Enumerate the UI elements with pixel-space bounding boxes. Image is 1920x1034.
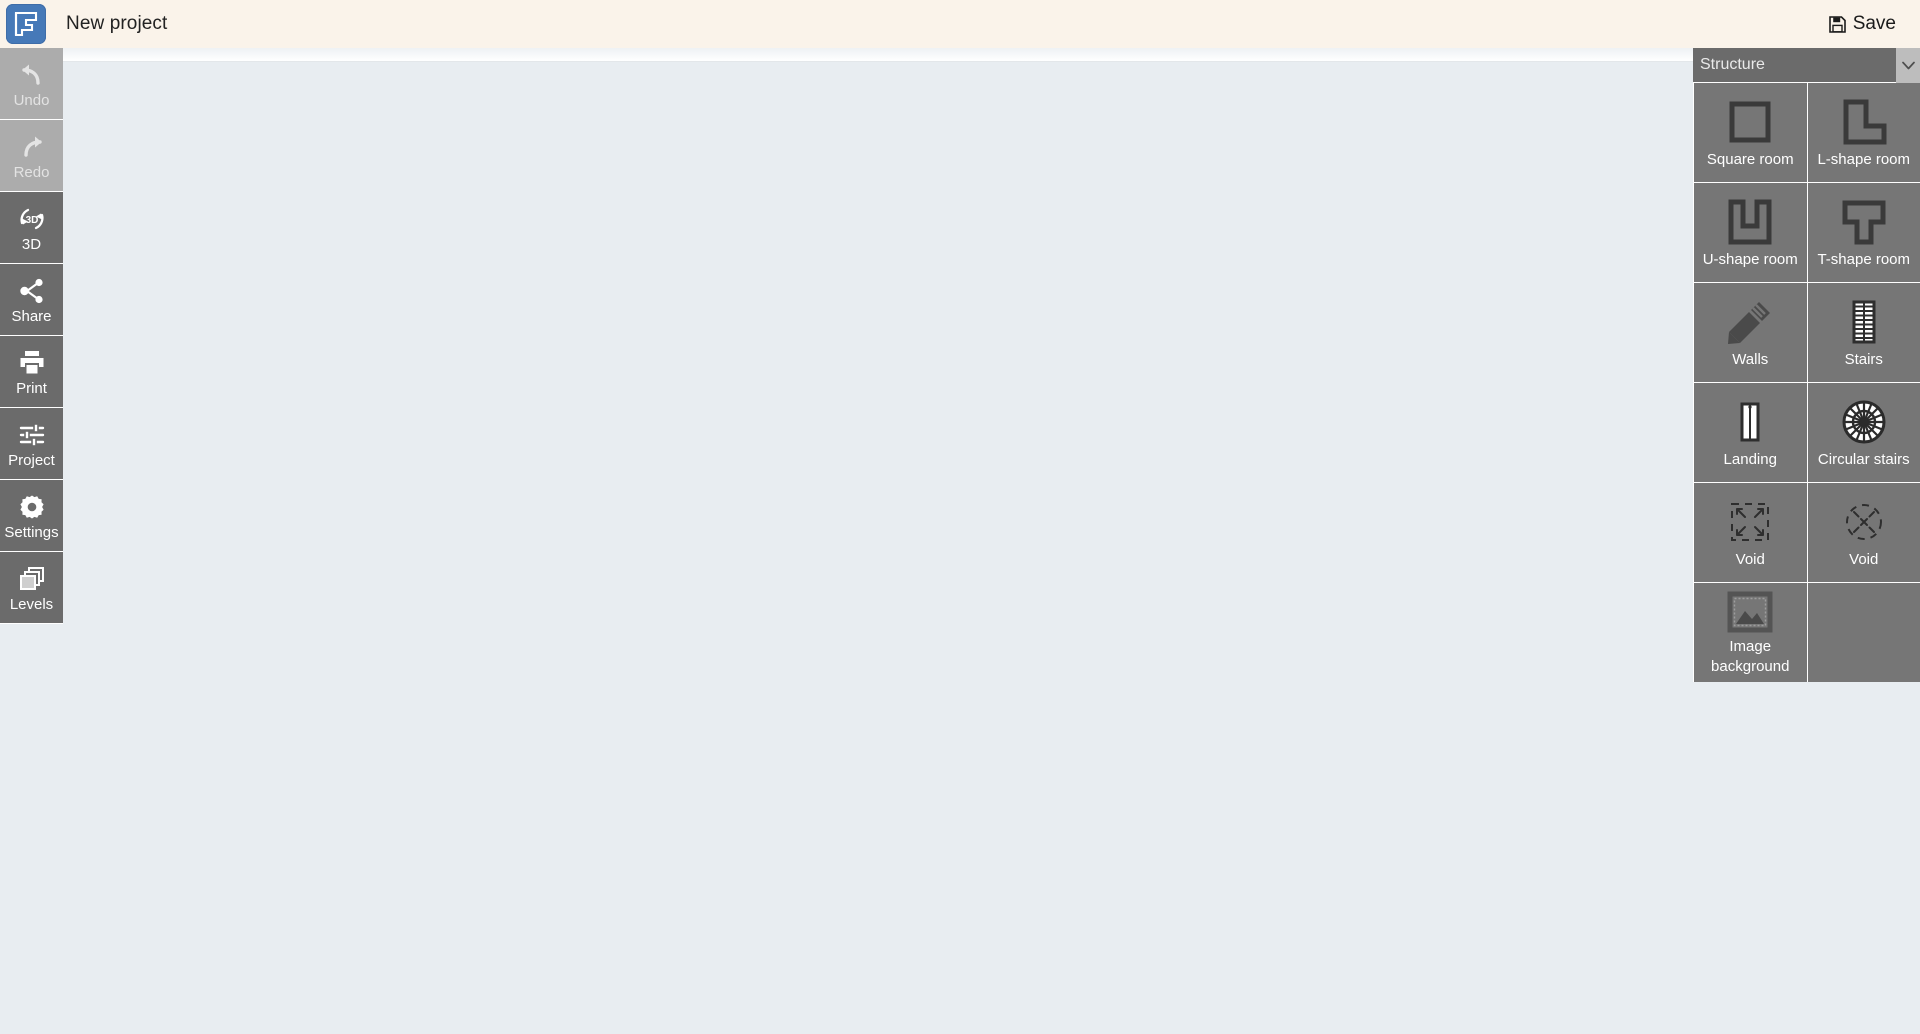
gear-icon bbox=[19, 492, 45, 522]
landing-icon bbox=[1726, 394, 1774, 450]
chevron-down-icon[interactable] bbox=[1896, 48, 1920, 83]
tile-label: Landing bbox=[1723, 451, 1777, 469]
rotate-3d-icon: 3D bbox=[17, 204, 47, 234]
tile-stairs[interactable]: Stairs bbox=[1807, 283, 1920, 382]
save-button[interactable]: Save bbox=[1828, 13, 1896, 35]
toolbar-label: Settings bbox=[4, 523, 59, 541]
floppy-disk-icon bbox=[1828, 15, 1846, 33]
tile-label: L-shape room bbox=[1817, 151, 1911, 169]
panel-title: Structure bbox=[1700, 56, 1765, 73]
toolbar-label: Levels bbox=[9, 595, 54, 613]
tile-label: T-shape room bbox=[1817, 251, 1911, 269]
tile-label: Void bbox=[1849, 551, 1879, 569]
share-nodes-icon bbox=[18, 276, 46, 306]
toolbar-label: Print bbox=[16, 379, 47, 397]
page-title: New project bbox=[66, 13, 168, 34]
toolbar-item-share[interactable]: Share bbox=[0, 264, 63, 336]
l-shape-room-icon bbox=[1840, 94, 1888, 150]
tile-label: Square room bbox=[1706, 151, 1794, 169]
void-circle-icon bbox=[1840, 494, 1888, 550]
tile-label: Void bbox=[1735, 551, 1765, 569]
tile-walls[interactable]: Walls bbox=[1694, 283, 1807, 382]
pencil-icon bbox=[1726, 294, 1774, 350]
tile-label: Image background bbox=[1711, 638, 1790, 676]
svg-text:3D: 3D bbox=[25, 215, 38, 226]
toolbar-label: Project bbox=[8, 451, 55, 469]
undo-arrow-icon bbox=[17, 60, 47, 90]
tile-u-shape-room[interactable]: U-shape room bbox=[1694, 183, 1807, 282]
toolbar-item-3d[interactable]: 3D 3D bbox=[0, 192, 63, 264]
printer-icon bbox=[18, 348, 46, 378]
tile-empty-slot bbox=[1807, 583, 1920, 682]
toolbar-item-print[interactable]: Print bbox=[0, 336, 63, 408]
tile-image-background[interactable]: Image background bbox=[1694, 583, 1807, 682]
structure-panel: Structure Square room L-shape room U-sha… bbox=[1693, 48, 1920, 682]
toolbar-item-project[interactable]: Project bbox=[0, 408, 63, 480]
image-frame-icon bbox=[1726, 587, 1774, 637]
tile-landing[interactable]: Landing bbox=[1694, 383, 1807, 482]
floorplan-logo-icon bbox=[12, 10, 40, 38]
left-toolbar: Undo Redo 3D 3D Share Print Project Sett… bbox=[0, 48, 63, 624]
u-shape-room-icon bbox=[1726, 194, 1774, 250]
circular-stairs-icon bbox=[1840, 394, 1888, 450]
structure-tile-grid: Square room L-shape room U-shape room T-… bbox=[1693, 83, 1920, 682]
tile-t-shape-room[interactable]: T-shape room bbox=[1807, 183, 1920, 282]
design-canvas[interactable] bbox=[0, 62, 1920, 1034]
toolbar-item-undo[interactable]: Undo bbox=[0, 48, 63, 120]
toolbar-label: Undo bbox=[13, 91, 50, 109]
layers-icon bbox=[18, 564, 46, 594]
toolbar-label: Redo bbox=[13, 163, 50, 181]
stairs-icon bbox=[1840, 294, 1888, 350]
toolbar-item-redo[interactable]: Redo bbox=[0, 120, 63, 192]
toolbar-label: Share bbox=[11, 307, 52, 325]
tile-label: Circular stairs bbox=[1817, 451, 1910, 469]
tile-circular-stairs[interactable]: Circular stairs bbox=[1807, 383, 1920, 482]
tile-void-circle[interactable]: Void bbox=[1807, 483, 1920, 582]
panel-header-dropdown[interactable]: Structure bbox=[1693, 48, 1920, 83]
tile-label: Walls bbox=[1732, 351, 1769, 369]
tile-square-room[interactable]: Square room bbox=[1694, 83, 1807, 182]
t-shape-room-icon bbox=[1840, 194, 1888, 250]
redo-arrow-icon bbox=[17, 132, 47, 162]
tile-label: U-shape room bbox=[1702, 251, 1798, 269]
app-header: New project Save bbox=[0, 0, 1920, 48]
sliders-icon bbox=[18, 420, 46, 450]
canvas-horizontal-scrollbar[interactable] bbox=[0, 48, 1920, 62]
toolbar-item-settings[interactable]: Settings bbox=[0, 480, 63, 552]
toolbar-item-levels[interactable]: Levels bbox=[0, 552, 63, 624]
save-label: Save bbox=[1852, 13, 1896, 34]
app-logo[interactable] bbox=[6, 4, 46, 44]
toolbar-label: 3D bbox=[21, 235, 42, 253]
tile-void-square[interactable]: Void bbox=[1694, 483, 1807, 582]
square-room-icon bbox=[1726, 94, 1774, 150]
tile-l-shape-room[interactable]: L-shape room bbox=[1807, 83, 1920, 182]
void-square-icon bbox=[1726, 494, 1774, 550]
tile-label: Stairs bbox=[1844, 351, 1883, 369]
